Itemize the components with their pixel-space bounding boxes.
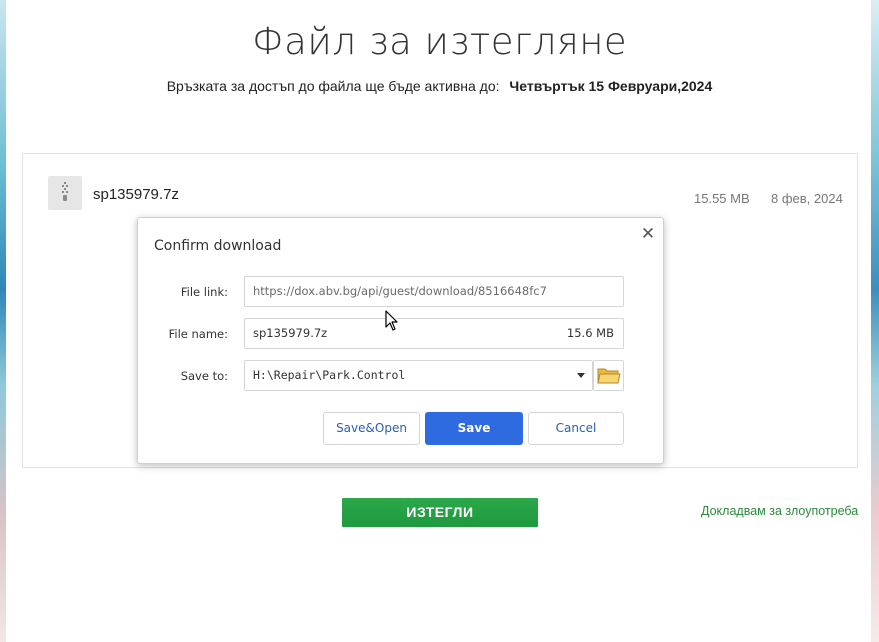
background-edge-left: [0, 0, 6, 642]
dialog-title: Confirm download: [154, 238, 282, 254]
mouse-cursor-icon: [385, 310, 398, 331]
save-to-value: H:\Repair\Park.Control: [253, 368, 406, 382]
file-name-label: File name:: [168, 327, 228, 341]
close-icon[interactable]: ✕: [639, 225, 657, 243]
file-size: 15.55 MB: [694, 191, 750, 206]
download-button[interactable]: ИЗТЕГЛИ: [342, 498, 538, 527]
availability-notice: Връзката за достъп до файла ще бъде акти…: [0, 78, 879, 94]
file-link-field[interactable]: https://dox.abv.bg/api/guest/download/85…: [244, 276, 624, 307]
save-to-select[interactable]: H:\Repair\Park.Control: [244, 360, 593, 391]
file-name-field[interactable]: sp135979.7z 15.6 MB: [244, 318, 624, 349]
page-title: Файл за изтегляне: [251, 20, 628, 63]
save-button[interactable]: Save: [425, 412, 523, 445]
save-to-label: Save to:: [180, 369, 228, 383]
zip-archive-icon: [48, 176, 82, 210]
file-link-label: File link:: [180, 285, 228, 299]
cancel-button[interactable]: Cancel: [528, 412, 624, 445]
file-date: 8 фев, 2024: [771, 191, 843, 206]
save-and-open-button[interactable]: Save&Open: [323, 412, 420, 445]
background-edge-right: [871, 0, 879, 642]
availability-text: Връзката за достъп до файла ще бъде акти…: [166, 78, 500, 94]
browse-folder-button[interactable]: [593, 360, 624, 391]
file-name: sp135979.7z: [93, 186, 179, 203]
chevron-down-icon: [577, 373, 585, 378]
availability-date: Четвъртък 15 Февруари,2024: [509, 78, 713, 94]
folder-icon: [597, 368, 621, 384]
file-name-size: 15.6 MB: [566, 326, 614, 340]
confirm-download-dialog: Confirm download ✕ File link: https://do…: [137, 217, 664, 464]
file-name-value: sp135979.7z: [253, 326, 328, 340]
report-abuse-link[interactable]: Докладвам за злоупотреба: [701, 504, 858, 518]
